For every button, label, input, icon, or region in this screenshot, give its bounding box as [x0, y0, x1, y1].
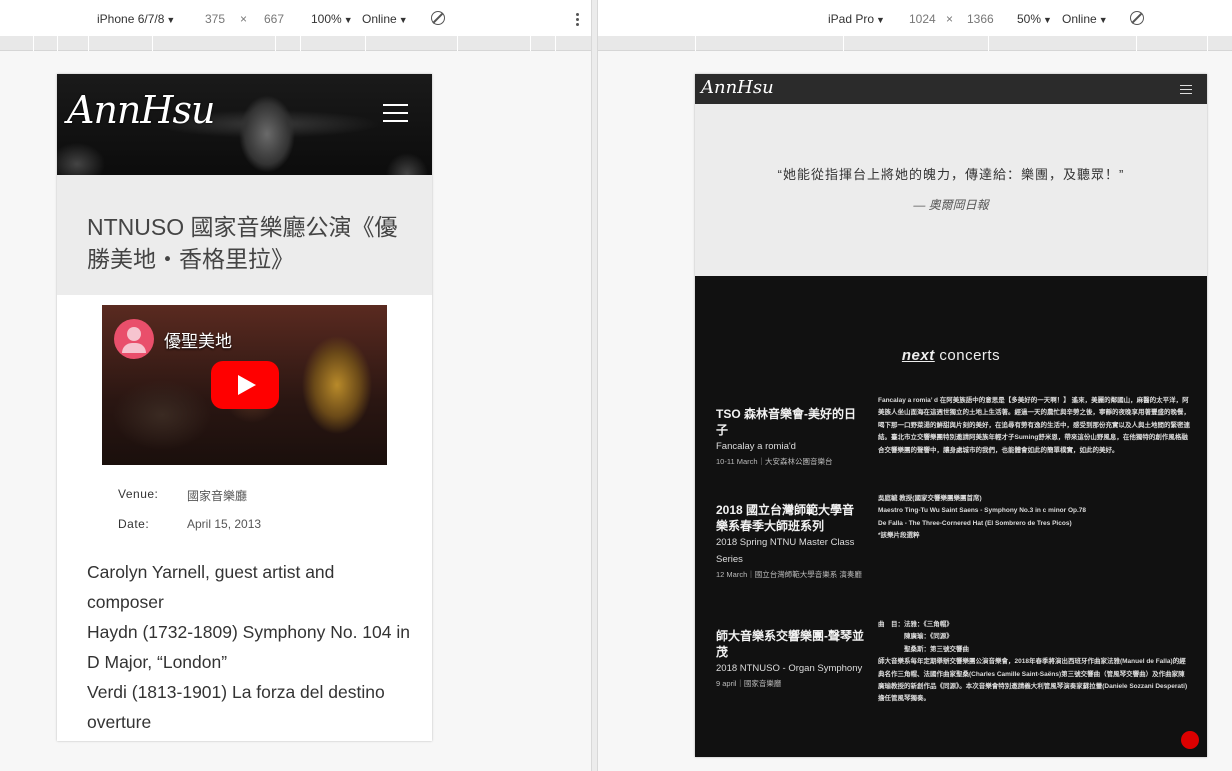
hamburger-menu-icon[interactable] [1180, 85, 1192, 97]
no-throttle-icon[interactable] [1130, 11, 1144, 25]
program-item: Haydn (1732-1809) Symphony No. 104 in D … [87, 622, 410, 672]
event-item[interactable]: TSO 森林音樂會-美好的日子 Fancalay a romia'd 10-11… [716, 406, 864, 468]
media-query-ruler-left[interactable] [0, 36, 591, 51]
event-description: 曲 目：法雅：《三角帽》 陳廣瑜：《同源》 聖桑斯：第三號交響曲 師大音樂系每年… [878, 621, 1188, 703]
zoom-select[interactable]: 100% ▼ [311, 12, 353, 26]
floating-action-button[interactable] [1181, 731, 1199, 749]
site-logo[interactable]: AnnHsu [67, 88, 216, 132]
network-select-label: Online [1062, 12, 1097, 26]
height-input[interactable]: 667 [264, 12, 284, 26]
zoom-select-label: 50% [1017, 12, 1042, 26]
network-select[interactable]: Online ▼ [362, 12, 408, 26]
page-title: NTNUSO 國家音樂廳公演《優勝美地・香格里拉》 [87, 214, 398, 272]
times-sign: × [240, 12, 248, 26]
site-logo[interactable]: AnnHsu [701, 77, 774, 98]
page-title-bar: NTNUSO 國家音樂廳公演《優勝美地・香格里拉》 [57, 175, 432, 295]
ipad-viewport: AnnHsu “她能從指揮台上將她的魄力，傳達給：樂團，及聽眾！” — 奧爾岡日… [695, 74, 1207, 757]
date-label: Date: [118, 517, 150, 531]
width-input[interactable]: 375 [205, 12, 225, 26]
network-select-label: Online [362, 12, 397, 26]
event-subtitle: 2018 Spring NTNU Master Class Series [716, 537, 855, 565]
event-title[interactable]: 2018 國立台灣師範大學音樂系春季大師班系列 [716, 502, 864, 534]
channel-avatar-icon[interactable] [114, 319, 154, 359]
zoom-select[interactable]: 50% ▼ [1017, 12, 1052, 26]
next-concerts-heading: next concerts [695, 347, 1207, 364]
event-date: 9 april｜國家音樂廳 [716, 679, 782, 688]
devtools-toolbar-right: iPad Pro ▼ 1024 × 1366 50% ▼ Online ▼ [598, 0, 1232, 38]
youtube-embed[interactable]: 優聖美地 [102, 305, 387, 465]
date-value: April 15, 2013 [187, 517, 262, 531]
phone-viewport: AnnHsu NTNUSO 國家音樂廳公演《優勝美地・香格里拉》 優聖美地 Ve… [57, 74, 432, 741]
zoom-select-label: 100% [311, 12, 342, 26]
concerts-word: concerts [934, 347, 1001, 364]
devtools-toolbar-left: iPhone 6/7/8 ▼ 375 × 667 100% ▼ Online ▼ [0, 0, 591, 38]
play-button-icon[interactable] [211, 361, 279, 409]
site-header: AnnHsu [57, 74, 432, 175]
event-date: 10-11 March｜大安森林公園音樂台 [716, 457, 833, 466]
media-query-ruler-right[interactable] [598, 36, 1232, 51]
device-select-label: iPad Pro [828, 12, 875, 26]
event-date: 12 March｜國立台灣師範大學音樂系 演奏廳 [716, 570, 862, 579]
program-list: Carolyn Yarnell, guest artist and compos… [87, 557, 412, 737]
width-input[interactable]: 1024 [909, 12, 936, 26]
next-emphasis: next [901, 347, 935, 364]
hamburger-menu-icon[interactable] [383, 104, 408, 128]
times-sign: × [946, 12, 954, 26]
quote-source: — 奧爾岡日報 [913, 198, 989, 212]
video-title[interactable]: 優聖美地 [164, 327, 232, 352]
device-select[interactable]: iPad Pro ▼ [828, 12, 885, 26]
pane-splitter[interactable] [591, 0, 598, 771]
venue-value: 國家音樂廳 [187, 489, 248, 503]
network-select[interactable]: Online ▼ [1062, 12, 1108, 26]
event-description: 吳庭毓 教授(國家交響樂團樂團首席) Maestro Ting-Tu Wu Sa… [878, 495, 1087, 540]
no-throttle-icon[interactable] [431, 11, 445, 25]
event-subtitle: Fancalay a romia'd [716, 441, 796, 452]
event-item[interactable]: 2018 國立台灣師範大學音樂系春季大師班系列 2018 Spring NTNU… [716, 502, 864, 581]
device-select[interactable]: iPhone 6/7/8 ▼ [97, 12, 175, 26]
event-subtitle: 2018 NTNUSO - Organ Symphony [716, 663, 863, 674]
venue-label: Venue: [118, 487, 159, 501]
event-description: Fancalay a romia’ d 在阿美族語中的意思是【多美好的一天啊！】… [878, 397, 1190, 454]
program-item: Verdi (1813-1901) La forza del destino o… [87, 682, 385, 732]
device-select-label: iPhone 6/7/8 [97, 12, 165, 26]
program-item: Carolyn Yarnell, guest artist and compos… [87, 562, 335, 612]
quote-section: “她能從指揮台上將她的魄力，傳達給：樂團，及聽眾！” — 奧爾岡日報 [695, 104, 1207, 276]
height-input[interactable]: 1366 [967, 12, 994, 26]
event-item[interactable]: 師大音樂系交響樂團-聲琴並茂 2018 NTNUSO - Organ Symph… [716, 628, 864, 690]
more-options-icon[interactable] [576, 13, 579, 28]
press-quote: “她能從指揮台上將她的魄力，傳達給：樂團，及聽眾！” [777, 167, 1125, 182]
event-title[interactable]: TSO 森林音樂會-美好的日子 [716, 406, 864, 438]
site-header: AnnHsu [695, 74, 1207, 104]
event-title[interactable]: 師大音樂系交響樂團-聲琴並茂 [716, 628, 864, 660]
